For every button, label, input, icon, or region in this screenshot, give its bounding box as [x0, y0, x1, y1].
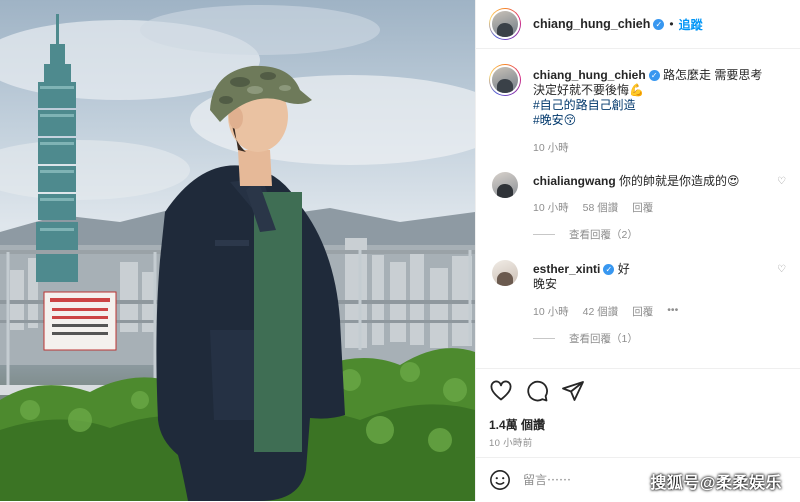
comment-username[interactable]: esther_xinti [533, 262, 600, 276]
follow-button[interactable]: 追蹤 [679, 16, 703, 33]
commenter-avatar[interactable] [492, 260, 518, 286]
comment-item: chialiangwang 你的帥就是你造成的😍 ♡ 10 小時 58 個讚 回… [489, 170, 790, 246]
commenter-avatar[interactable] [492, 172, 518, 198]
view-replies-label: 查看回覆（2） [569, 229, 638, 241]
author-avatar[interactable] [489, 64, 521, 96]
comment-likes[interactable]: 58 個讚 [583, 200, 619, 215]
caption-text: chiang_hung_chieh ✓ 路怎麼走 需要思考 決定好就不要後悔💪 #… [533, 68, 793, 128]
verified-icon: ✓ [648, 70, 660, 82]
comment-meta: 10 小時 42 個讚 回覆 ••• [533, 304, 678, 319]
verified-icon: ✓ [603, 264, 615, 276]
emoji-icon[interactable] [489, 469, 511, 491]
like-comment-icon[interactable]: ♡ [777, 176, 786, 187]
divider-line [533, 234, 555, 235]
reply-button[interactable]: 回覆 [632, 304, 653, 319]
separator-dot: • [669, 17, 674, 31]
post-header: chiang_hung_chieh ✓ • 追蹤 [476, 0, 800, 49]
post-detail-panel: chiang_hung_chieh ✓ • 追蹤 chiang_hung_chi… [475, 0, 800, 501]
caption-username[interactable]: chiang_hung_chieh [533, 68, 646, 82]
post-photo[interactable] [0, 0, 475, 501]
comment-text: chialiangwang 你的帥就是你造成的😍 [533, 174, 793, 189]
avatar[interactable] [489, 8, 521, 40]
post-actions: 1.4萬 個讚 10 小時前 搜狐号@柔柔娱乐 [476, 368, 800, 501]
caption-line-2: 決定好就不要後悔💪 [533, 83, 644, 97]
likes-count[interactable]: 1.4萬 個讚 [489, 416, 545, 433]
comment-content-line-2: 晚安 [533, 277, 558, 291]
action-icons [489, 379, 585, 403]
comment-content: 你的帥就是你造成的😍 [619, 174, 740, 188]
comment-text: esther_xinti ✓ 好 晚安 [533, 262, 793, 292]
photo-scene [0, 5, 475, 501]
caption-meta: 10 小時 [533, 140, 569, 155]
reply-button[interactable]: 回覆 [632, 200, 653, 215]
post-time: 10 小時前 [489, 438, 533, 449]
caption-line-1: 路怎麼走 需要思考 [663, 68, 763, 82]
caption-time: 10 小時 [533, 142, 569, 154]
more-options-icon[interactable]: ••• [667, 304, 678, 319]
like-comment-icon[interactable]: ♡ [777, 264, 786, 275]
caption: chiang_hung_chieh ✓ 路怎麼走 需要思考 決定好就不要後悔💪 #… [489, 64, 790, 164]
hashtag-link[interactable]: #晚安😚 [533, 113, 576, 127]
verified-icon: ✓ [653, 18, 665, 30]
header-username[interactable]: chiang_hung_chieh [533, 17, 650, 31]
hashtag-link[interactable]: #自己的路自己創造 [533, 98, 636, 112]
comments-list[interactable]: chiang_hung_chieh ✓ 路怎麼走 需要思考 決定好就不要後悔💪 #… [476, 50, 800, 366]
comment-icon[interactable] [525, 379, 549, 403]
comment-item: esther_xinti ✓ 好 晚安 ♡ 10 小時 42 個讚 回覆 ••• … [489, 258, 790, 348]
divider-line [533, 338, 555, 339]
comment-time: 10 小時 [533, 306, 569, 318]
share-icon[interactable] [561, 379, 585, 403]
comment-meta: 10 小時 58 個讚 回覆 [533, 200, 653, 215]
comment-content: 好 [617, 262, 630, 276]
heart-icon[interactable] [489, 379, 513, 403]
view-replies-button[interactable]: 查看回覆（2） [533, 227, 638, 242]
comment-time: 10 小時 [533, 202, 569, 214]
view-replies-label: 查看回覆（1） [569, 333, 638, 345]
watermark: 搜狐号@柔柔娱乐 [650, 475, 782, 492]
comment-likes[interactable]: 42 個讚 [583, 304, 619, 319]
comment-username[interactable]: chialiangwang [533, 174, 616, 188]
view-replies-button[interactable]: 查看回覆（1） [533, 331, 638, 346]
